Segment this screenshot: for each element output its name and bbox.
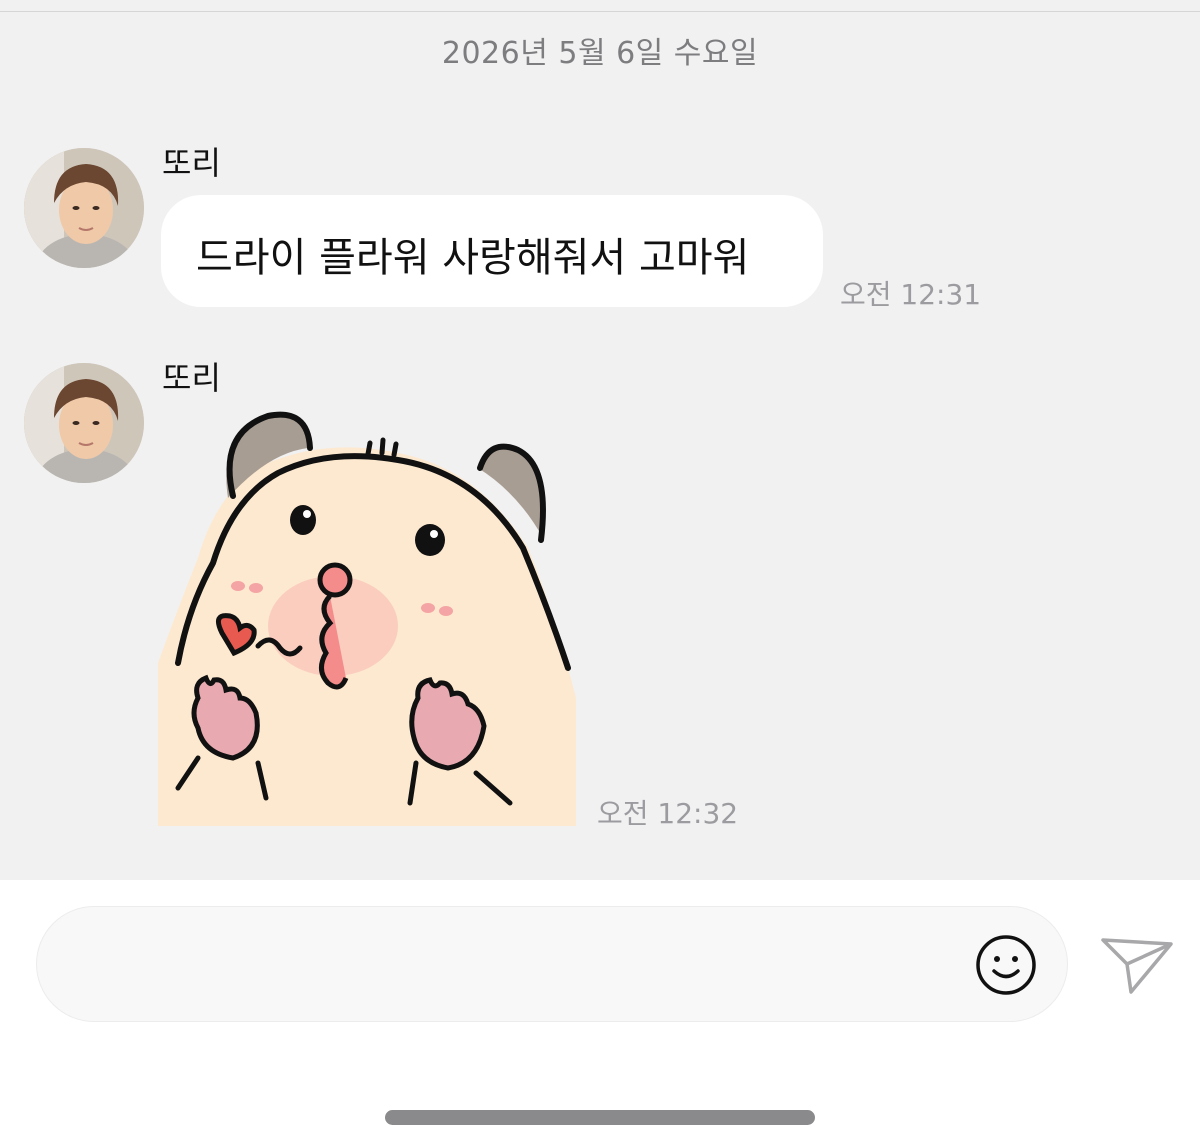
top-divider (0, 11, 1200, 12)
sender-name: 또리 (162, 359, 221, 397)
home-indicator[interactable] (385, 1110, 815, 1125)
avatar[interactable] (24, 363, 144, 483)
smiley-icon[interactable] (975, 934, 1037, 996)
hamster-sticker[interactable] (158, 408, 576, 826)
message-time: 오전 12:31 (840, 278, 982, 311)
date-separator: 2026년 5월 6일 수요일 (441, 36, 759, 71)
paper-plane-icon[interactable] (1100, 934, 1174, 996)
chat-screen: 2026년 5월 6일 수요일 또리 드라이 플라워 사랑해줘서 고마워 오전 … (0, 0, 1200, 1148)
message-time: 오전 12:32 (597, 797, 739, 830)
avatar[interactable] (24, 148, 144, 268)
message-text: 드라이 플라워 사랑해줘서 고마워 (196, 235, 750, 281)
sender-name: 또리 (162, 144, 221, 182)
message-list[interactable]: 2026년 5월 6일 수요일 또리 드라이 플라워 사랑해줘서 고마워 오전 … (0, 0, 1200, 880)
message-input[interactable] (36, 906, 1068, 1022)
